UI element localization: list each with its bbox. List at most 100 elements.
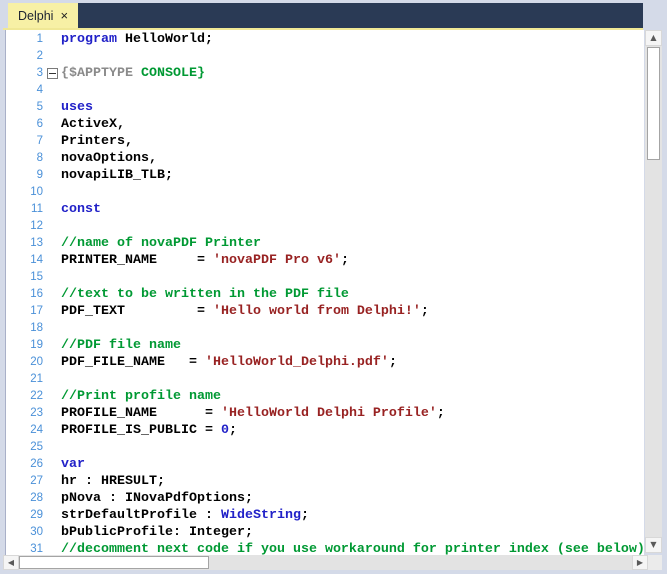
fold-column xyxy=(43,184,61,201)
code-line: 21 xyxy=(6,371,644,388)
fold-column xyxy=(43,201,61,218)
line-number: 15 xyxy=(30,271,43,283)
line-number: 12 xyxy=(30,220,43,232)
code-line: 29 strDefaultProfile : WideString; xyxy=(6,507,644,524)
line-number: 16 xyxy=(30,288,43,300)
scrollbar-corner xyxy=(648,555,662,570)
tab-label: Delphi xyxy=(18,8,54,23)
line-number: 23 xyxy=(30,407,43,419)
line-number: 5 xyxy=(36,101,43,113)
vertical-scroll-thumb[interactable] xyxy=(647,47,660,160)
fold-column xyxy=(43,320,61,337)
line-number: 31 xyxy=(30,543,43,555)
fold-column xyxy=(43,235,61,252)
line-number: 28 xyxy=(30,492,43,504)
code-text: PDF_FILE_NAME = 'HelloWorld_Delphi.pdf'; xyxy=(61,355,397,370)
scroll-up-button[interactable]: ▲ xyxy=(645,30,662,46)
fold-column xyxy=(43,269,61,286)
fold-column xyxy=(43,150,61,167)
code-text: //Print profile name xyxy=(61,389,221,404)
line-number: 13 xyxy=(30,237,43,249)
line-number: 18 xyxy=(30,322,43,334)
code-line: 1 program HelloWorld; xyxy=(6,31,644,48)
code-text: //decomment next code if you use workaro… xyxy=(61,542,644,555)
code-line: 2 xyxy=(6,48,644,65)
horizontal-scrollbar[interactable]: ◀ ▶ xyxy=(3,555,648,570)
up-arrow-icon: ▲ xyxy=(650,33,657,42)
line-number: 29 xyxy=(30,509,43,521)
code-text: ActiveX, xyxy=(61,117,125,132)
scroll-left-button[interactable]: ◀ xyxy=(3,555,19,570)
tab-close-icon[interactable]: × xyxy=(60,9,68,22)
code-text: pNova : INovaPdfOptions; xyxy=(61,491,253,506)
fold-column xyxy=(43,303,61,320)
fold-column xyxy=(43,371,61,388)
editor-window: Delphi × 1 program HelloWorld; 2 3 {$APPTYPE… xyxy=(0,0,667,574)
code-text: PDF_TEXT = 'Hello world from Delphi!'; xyxy=(61,304,429,319)
vertical-scrollbar[interactable]: ▲ ▼ xyxy=(645,30,662,553)
fold-column xyxy=(43,48,61,65)
code-line: 7 Printers, xyxy=(6,133,644,150)
code-line: 10 xyxy=(6,184,644,201)
line-number: 8 xyxy=(36,152,43,164)
code-text: const xyxy=(61,202,101,217)
code-text: PROFILE_IS_PUBLIC = 0; xyxy=(61,423,237,438)
line-number: 26 xyxy=(30,458,43,470)
fold-column xyxy=(43,31,61,48)
code-editor[interactable]: 1 program HelloWorld; 2 3 {$APPTYPE CONSOLE}… xyxy=(5,30,644,555)
fold-column xyxy=(43,490,61,507)
code-text: bPublicProfile: Integer; xyxy=(61,525,253,540)
code-text: uses xyxy=(61,100,93,115)
fold-column xyxy=(43,524,61,541)
fold-column xyxy=(43,473,61,490)
fold-column xyxy=(43,252,61,269)
code-text: strDefaultProfile : WideString; xyxy=(61,508,309,523)
fold-column xyxy=(43,439,61,456)
code-line: 14 PRINTER_NAME = 'novaPDF Pro v6'; xyxy=(6,252,644,269)
code-line: 20 PDF_FILE_NAME = 'HelloWorld_Delphi.pdf… xyxy=(6,354,644,371)
code-line: 8 novaOptions, xyxy=(6,150,644,167)
down-arrow-icon: ▼ xyxy=(650,540,657,549)
fold-column xyxy=(43,133,61,150)
scroll-right-button[interactable]: ▶ xyxy=(632,555,648,570)
code-text: Printers, xyxy=(61,134,133,149)
fold-column xyxy=(43,218,61,235)
scroll-down-button[interactable]: ▼ xyxy=(645,537,662,553)
fold-collapse-icon[interactable] xyxy=(43,65,61,82)
horizontal-scroll-thumb[interactable] xyxy=(19,556,209,569)
code-line: 11 const xyxy=(6,201,644,218)
code-line: 24 PROFILE_IS_PUBLIC = 0; xyxy=(6,422,644,439)
code-text: //text to be written in the PDF file xyxy=(61,287,349,302)
fold-column xyxy=(43,354,61,371)
line-number: 25 xyxy=(30,441,43,453)
line-number: 27 xyxy=(30,475,43,487)
line-number: 30 xyxy=(30,526,43,538)
code-line: 28 pNova : INovaPdfOptions; xyxy=(6,490,644,507)
code-text: program HelloWorld; xyxy=(61,32,213,47)
code-line: 12 xyxy=(6,218,644,235)
line-number: 4 xyxy=(36,84,43,96)
code-text: PRINTER_NAME = 'novaPDF Pro v6'; xyxy=(61,253,349,268)
code-line: 17 PDF_TEXT = 'Hello world from Delphi!'; xyxy=(6,303,644,320)
fold-column xyxy=(43,507,61,524)
line-number: 3 xyxy=(36,67,43,79)
line-number: 19 xyxy=(30,339,43,351)
fold-minus-box[interactable] xyxy=(46,68,58,79)
code-line: 30 bPublicProfile: Integer; xyxy=(6,524,644,541)
fold-column xyxy=(43,286,61,303)
fold-column xyxy=(43,167,61,184)
line-number: 7 xyxy=(36,135,43,147)
code-line: 19 //PDF file name xyxy=(6,337,644,354)
code-text: //name of novaPDF Printer xyxy=(61,236,261,251)
line-number: 6 xyxy=(36,118,43,130)
code-text: {$APPTYPE CONSOLE} xyxy=(61,66,205,81)
code-text: var xyxy=(61,457,85,472)
fold-column xyxy=(43,456,61,473)
code-line: 31 //decomment next code if you use worka… xyxy=(6,541,644,555)
fold-column xyxy=(43,82,61,99)
code-line: 5 uses xyxy=(6,99,644,116)
fold-column xyxy=(43,541,61,555)
line-number: 21 xyxy=(30,373,43,385)
tab-delphi[interactable]: Delphi × xyxy=(8,3,79,28)
code-line: 13 //name of novaPDF Printer xyxy=(6,235,644,252)
